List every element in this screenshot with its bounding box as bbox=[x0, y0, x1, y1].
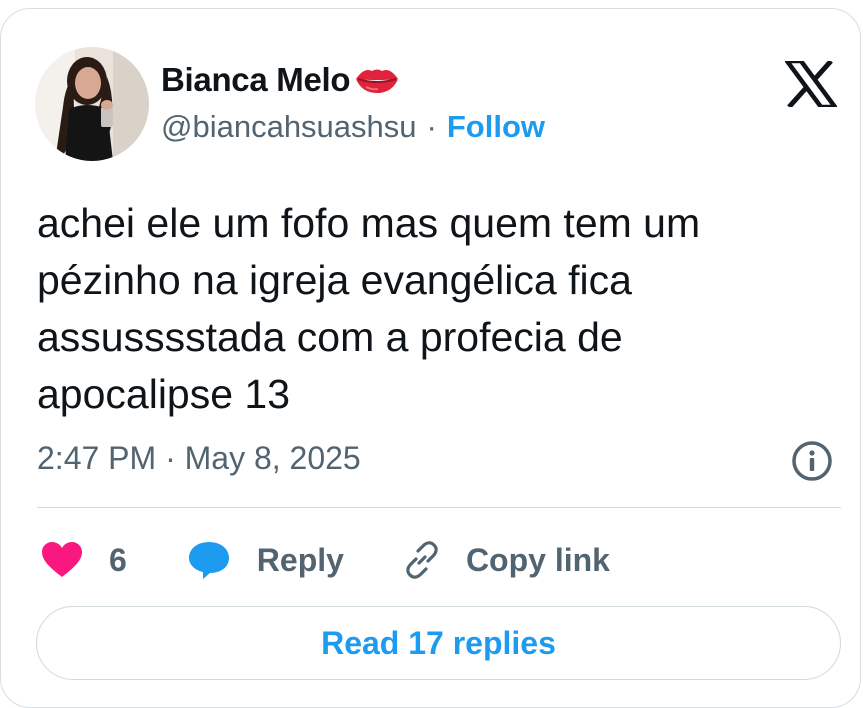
follow-button[interactable]: Follow bbox=[447, 109, 545, 145]
divider bbox=[37, 507, 841, 508]
info-icon[interactable] bbox=[791, 440, 833, 482]
like-button[interactable]: 6 bbox=[41, 541, 127, 579]
heart-icon bbox=[42, 542, 82, 577]
avatar[interactable] bbox=[35, 47, 149, 161]
avatar-photo-icon bbox=[35, 47, 149, 161]
copy-link-button[interactable]: Copy link bbox=[402, 540, 610, 580]
reply-label: Reply bbox=[256, 541, 344, 578]
tweet-text-line: achei ele um fofo mas quem tem um bbox=[37, 200, 701, 246]
author-handle-row: @biancahsuashsu · Follow bbox=[161, 109, 545, 145]
lips-kiss-icon bbox=[354, 65, 400, 95]
tweet-text-line: pézinho na igreja evangélica fica bbox=[37, 257, 632, 303]
read-replies-button[interactable]: Read 17 replies bbox=[36, 606, 841, 680]
x-logo-icon[interactable] bbox=[782, 58, 840, 110]
tweet-text-line: apocalipse 13 bbox=[37, 371, 291, 417]
speech-bubble-icon bbox=[188, 542, 229, 579]
link-icon bbox=[406, 541, 438, 579]
reply-button[interactable]: Reply bbox=[187, 540, 344, 580]
copy-link-label: Copy link bbox=[465, 541, 610, 578]
author-name-row[interactable]: Bianca Melo bbox=[161, 61, 400, 99]
tweet-text-line: assusssstada com a profecia de bbox=[37, 314, 623, 360]
tweet-card: Bianca Melo @biancahsuashsu · Follow ach… bbox=[0, 8, 861, 708]
like-count: 6 bbox=[109, 541, 127, 578]
separator-dot: · bbox=[426, 109, 437, 144]
action-bar: 6 Reply Copy link bbox=[41, 536, 610, 584]
tweet-text: achei ele um fofo mas quem tem um pézinh… bbox=[37, 195, 837, 423]
author-name[interactable]: Bianca Melo bbox=[161, 61, 351, 99]
author-handle[interactable]: @biancahsuashsu bbox=[161, 109, 417, 145]
tweet-timestamp[interactable]: 2:47 PM · May 8, 2025 bbox=[37, 440, 361, 477]
